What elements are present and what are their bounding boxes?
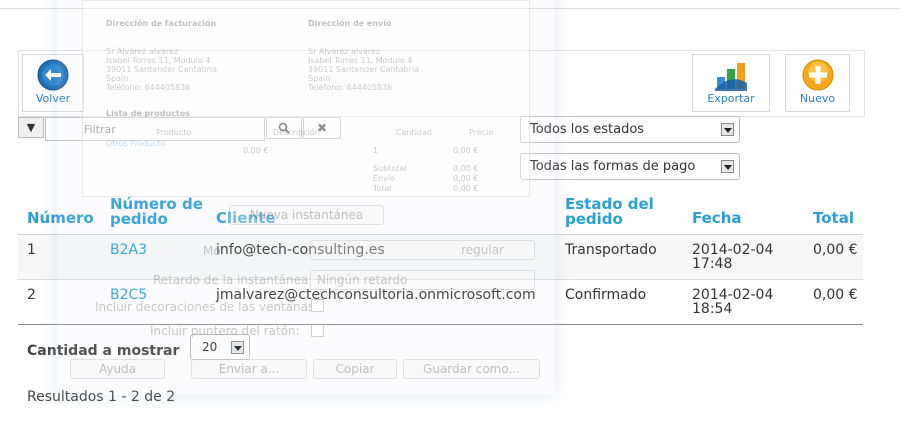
quantity-label: Cantidad a mostrar bbox=[27, 343, 180, 359]
envio-label: Envío bbox=[373, 174, 395, 183]
envio-value: 0,00 € bbox=[453, 174, 479, 183]
export-label: Exportar bbox=[707, 92, 755, 105]
export-button[interactable]: Exportar bbox=[692, 54, 770, 112]
header-order-number[interactable]: Número de pedido bbox=[110, 197, 220, 227]
subtotal-value: 0,00 € bbox=[453, 164, 479, 173]
billing-title: Dirección de facturación bbox=[106, 19, 217, 28]
col-price: Precio bbox=[469, 128, 494, 137]
row-order-link[interactable]: B2A3 bbox=[110, 243, 147, 257]
new-button[interactable]: Nuevo bbox=[785, 54, 850, 112]
new-label: Nuevo bbox=[799, 92, 836, 105]
row-date: 2014-02-04 18:54 bbox=[692, 287, 774, 317]
subtotal-label: Subtotal bbox=[373, 164, 407, 173]
row-status: Confirmado bbox=[565, 287, 647, 303]
header-number[interactable]: Número bbox=[27, 211, 94, 226]
search-button[interactable] bbox=[266, 117, 302, 139]
pointer-checkbox bbox=[311, 324, 324, 337]
chevron-down-icon bbox=[721, 160, 734, 173]
product-price: 0,00 € bbox=[243, 146, 269, 155]
clear-filter-button[interactable]: ✖ bbox=[303, 117, 341, 139]
back-label: Volver bbox=[35, 92, 71, 105]
results-count: Resultados 1 - 2 de 2 bbox=[27, 389, 176, 405]
row-client: jmalvarez@ctechconsultoria.onmicrosoft.c… bbox=[216, 287, 536, 303]
table-bottom-divider bbox=[18, 324, 863, 325]
row-status: Transportado bbox=[565, 242, 657, 258]
chevron-down-icon bbox=[721, 123, 734, 136]
save-as-button: Guardar como... bbox=[403, 359, 540, 379]
help-button: Ayuda bbox=[70, 359, 165, 379]
col-quantity: Cantidad bbox=[396, 128, 432, 137]
back-arrow-icon bbox=[37, 59, 69, 95]
copy-button: Copiar bbox=[313, 359, 397, 379]
toolbar: Volver Exportar Nuevo bbox=[18, 50, 865, 117]
search-icon bbox=[278, 122, 290, 134]
header-client[interactable]: Cliente bbox=[216, 211, 276, 226]
row-number: 2 bbox=[27, 287, 36, 303]
quantity-select-value: 20 bbox=[202, 340, 218, 354]
top-divider bbox=[0, 8, 900, 9]
row-order-link[interactable]: B2C5 bbox=[110, 288, 147, 302]
plus-icon bbox=[802, 59, 834, 95]
filter-icon[interactable]: ▼ bbox=[18, 117, 44, 138]
product-qty: 1 bbox=[373, 146, 379, 155]
header-order-status[interactable]: Estado del pedido bbox=[565, 197, 665, 227]
payment-select-value: Todas las formas de pago bbox=[530, 159, 696, 174]
send-to-button: Enviar a... bbox=[191, 359, 307, 379]
product-total: 0,00 € bbox=[453, 146, 479, 155]
back-button[interactable]: Volver bbox=[22, 54, 84, 112]
chevron-down-icon bbox=[231, 341, 244, 354]
total-label: Total bbox=[373, 184, 392, 193]
payment-select[interactable]: Todas las formas de pago bbox=[520, 153, 740, 180]
row-client: info@tech-consulting.es bbox=[216, 242, 385, 258]
row-number: 1 bbox=[27, 242, 36, 258]
row-date: 2014-02-04 17:48 bbox=[692, 242, 774, 272]
total-value: 0,00 € bbox=[453, 184, 479, 193]
shipping-title: Dirección de envío bbox=[308, 19, 392, 28]
row-total: 0,00 € bbox=[813, 287, 858, 303]
status-select-value: Todos los estados bbox=[530, 122, 645, 137]
status-select[interactable]: Todos los estados bbox=[520, 116, 740, 143]
filter-input[interactable] bbox=[45, 117, 265, 141]
row-total: 0,00 € bbox=[813, 242, 858, 258]
quantity-select[interactable]: 20 bbox=[190, 334, 250, 360]
header-date[interactable]: Fecha bbox=[692, 211, 742, 226]
header-total[interactable]: Total bbox=[813, 211, 854, 226]
